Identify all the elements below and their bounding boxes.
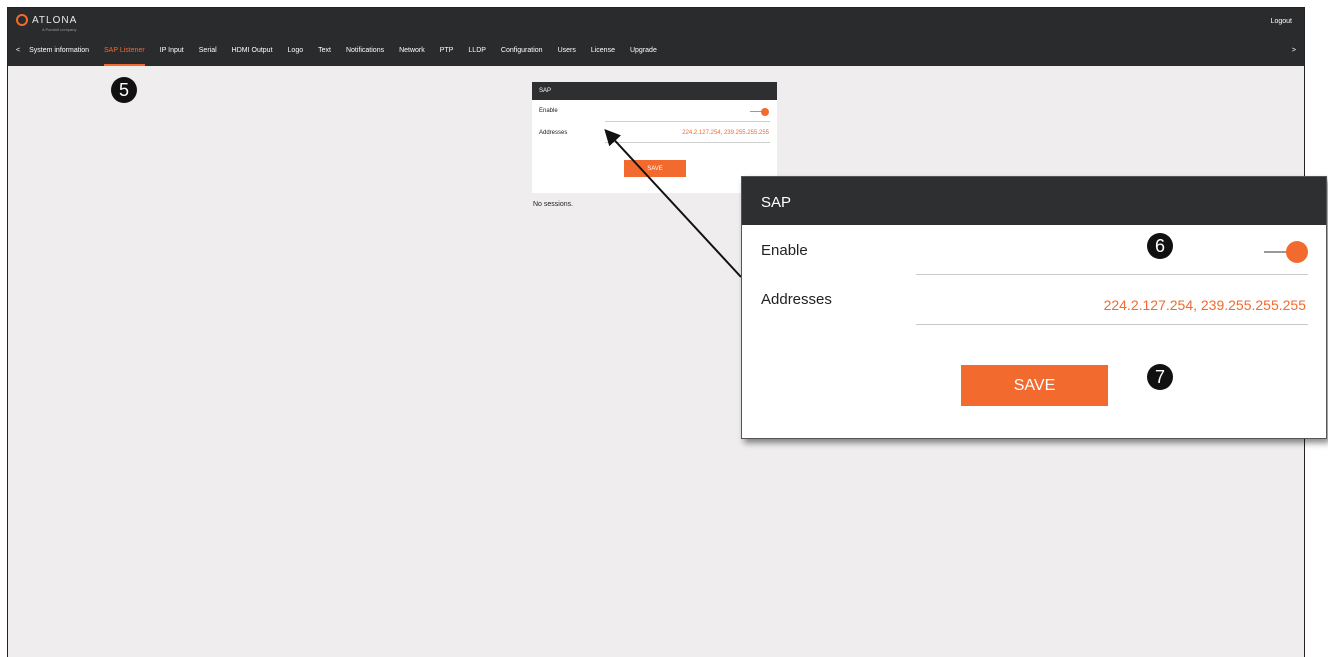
save-button[interactable]: SAVE bbox=[961, 365, 1108, 406]
sap-panel-zoomed: SAP Enable Addresses 224.2.127.254, 239.… bbox=[741, 176, 1327, 439]
addresses-field[interactable]: 224.2.127.254, 239.255.255.255 bbox=[1104, 297, 1306, 313]
divider bbox=[916, 324, 1308, 325]
divider bbox=[916, 274, 1308, 275]
callout-number-7: 7 bbox=[1147, 364, 1173, 390]
sap-panel-title: SAP bbox=[742, 177, 1326, 225]
callout-number-6: 6 bbox=[1147, 233, 1173, 259]
addresses-label: Addresses bbox=[761, 291, 832, 308]
enable-label: Enable bbox=[761, 242, 808, 259]
enable-toggle-knob[interactable] bbox=[1286, 241, 1308, 263]
